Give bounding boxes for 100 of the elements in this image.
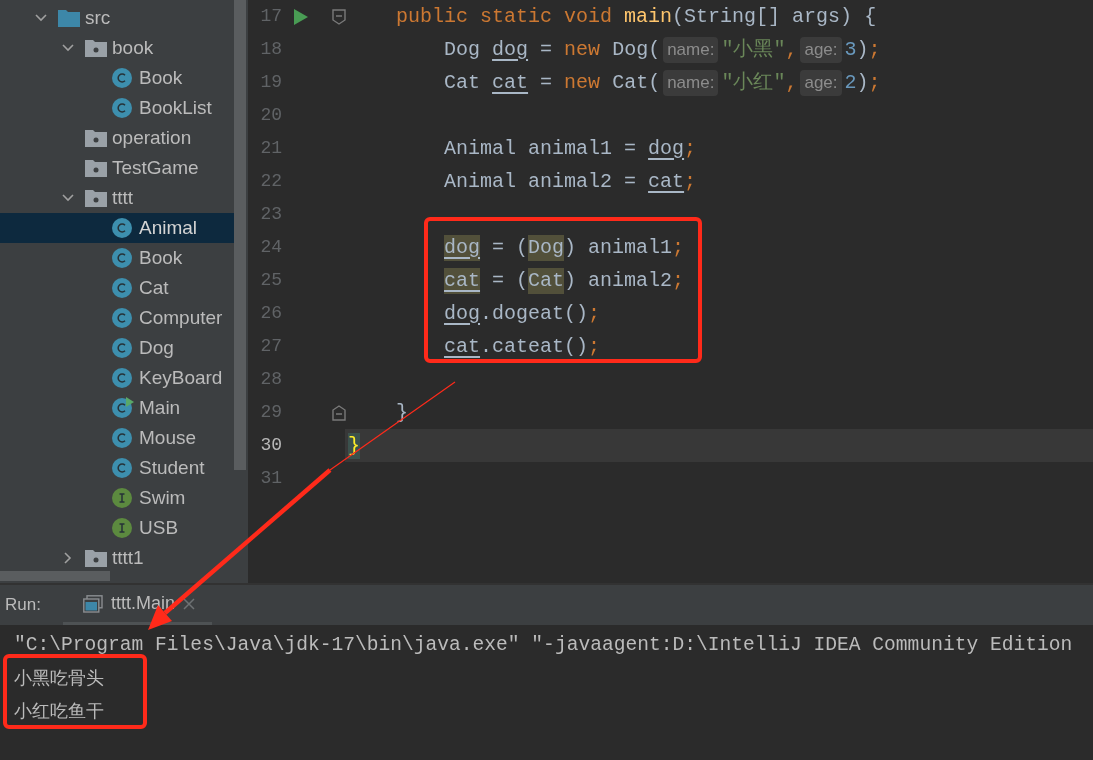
code-text: ; — [672, 234, 685, 261]
line-number: 22 — [259, 170, 282, 193]
class-icon — [112, 367, 134, 389]
code-text: .cateat() — [480, 333, 589, 360]
class-icon — [112, 277, 134, 299]
class-icon — [112, 217, 134, 239]
class-icon — [112, 457, 134, 479]
number-literal: 3 — [844, 36, 857, 63]
scrollbar[interactable] — [234, 0, 246, 470]
code-text: ; — [868, 36, 881, 63]
line-number: 28 — [259, 368, 282, 391]
keyword: public static void — [396, 3, 613, 30]
class-icon — [112, 67, 134, 89]
line-number: 27 — [259, 335, 282, 358]
code-text: ) — [856, 69, 869, 96]
tree-item[interactable]: USB — [0, 513, 234, 543]
line-number: 30 — [259, 434, 282, 457]
type-name: Dog — [528, 234, 565, 261]
line-number: 19 — [259, 71, 282, 94]
code-text: ) animal2 — [564, 267, 673, 294]
tree-item[interactable]: Book — [0, 243, 234, 273]
tree-item[interactable]: Student — [0, 453, 234, 483]
line-number: 31 — [259, 467, 282, 490]
method-name: main — [624, 3, 673, 30]
code-text: ) — [856, 36, 869, 63]
class-icon — [112, 307, 134, 329]
tree-item[interactable]: Book — [0, 63, 234, 93]
package-icon — [85, 39, 107, 57]
line-number: 18 — [259, 38, 282, 61]
line-number: 29 — [259, 401, 282, 424]
tree-item[interactable]: KeyBoard — [0, 363, 234, 393]
variable: dog — [492, 36, 529, 63]
keyword: new — [564, 69, 601, 96]
code-text: ; — [868, 69, 881, 96]
code-text: Dog — [444, 36, 481, 63]
tree-item[interactable]: operation — [0, 123, 234, 153]
code-text: Cat( — [612, 69, 661, 96]
line-number: 24 — [259, 236, 282, 259]
code-text: Animal animal1 = — [444, 135, 637, 162]
tree-item[interactable]: book — [0, 33, 234, 63]
tree-item[interactable]: Mouse — [0, 423, 234, 453]
code-text: Cat — [444, 69, 481, 96]
package-icon — [85, 549, 107, 567]
console-line: "C:\Program Files\Java\jdk-17\bin\java.exe" "-javaagent:D:\IntelliJ IDEA Community Edition — [14, 633, 1074, 658]
number-literal: 2 — [844, 69, 857, 96]
package-icon — [85, 129, 107, 147]
code-text: ) animal1 — [564, 234, 673, 261]
tree-item[interactable]: Animal — [0, 213, 234, 243]
code-text: ; — [588, 333, 601, 360]
tree-item[interactable]: Cat — [0, 273, 234, 303]
string-literal: "小红" — [721, 69, 786, 96]
code-text: = ( — [492, 234, 529, 261]
code-text: ; — [672, 267, 685, 294]
variable: cat — [492, 69, 529, 96]
code-text: , — [785, 36, 798, 63]
code-text: = ( — [492, 267, 529, 294]
tree-item[interactable]: BookList — [0, 93, 234, 123]
line-number: 21 — [259, 137, 282, 160]
console-line: 小黑吃骨头 — [14, 667, 105, 690]
line-number: 20 — [259, 104, 282, 127]
parameter-hint: age: — [800, 69, 842, 96]
code-text: Animal animal2 = — [444, 168, 637, 195]
parameter-hint: name: — [663, 36, 719, 63]
console-line: 小红吃鱼干 — [14, 700, 105, 723]
fold-icon[interactable] — [332, 9, 346, 25]
tree-item[interactable]: TestGame — [0, 153, 234, 183]
interface-icon — [112, 517, 134, 539]
code-text: ; — [684, 168, 697, 195]
parameter-hint: age: — [800, 36, 842, 63]
tree-item[interactable]: tttt1 — [0, 543, 234, 573]
tree-item[interactable]: Main — [0, 393, 234, 423]
code-text: (String[] args) { — [672, 3, 877, 30]
class-icon — [112, 97, 134, 119]
class-icon — [112, 247, 134, 269]
variable: cat — [444, 267, 481, 294]
line-number: 23 — [259, 203, 282, 226]
line-number: 26 — [259, 302, 282, 325]
tree-item[interactable]: src — [0, 3, 234, 33]
tree-item[interactable]: tttt — [0, 183, 234, 213]
code-text: Dog( — [612, 36, 661, 63]
console-icon — [82, 594, 103, 613]
tree-item[interactable]: Dog — [0, 333, 234, 363]
fold-icon[interactable] — [332, 405, 346, 421]
tree-item[interactable]: Computer — [0, 303, 234, 333]
keyword: new — [564, 36, 601, 63]
variable: dog — [648, 135, 685, 162]
run-label: Run: — [5, 595, 41, 615]
string-literal: "小黑" — [721, 36, 786, 63]
run-icon[interactable] — [294, 9, 308, 25]
variable: dog — [444, 300, 481, 327]
scrollbar[interactable] — [0, 571, 110, 581]
brace: } — [348, 432, 360, 459]
package-icon — [85, 159, 107, 177]
close-icon[interactable] — [182, 597, 195, 610]
folder-icon — [58, 9, 80, 27]
tree-item[interactable]: Swim — [0, 483, 234, 513]
line-number: 17 — [259, 5, 282, 28]
class-icon — [112, 427, 134, 449]
code-text: = — [540, 69, 553, 96]
code-text: ; — [684, 135, 697, 162]
